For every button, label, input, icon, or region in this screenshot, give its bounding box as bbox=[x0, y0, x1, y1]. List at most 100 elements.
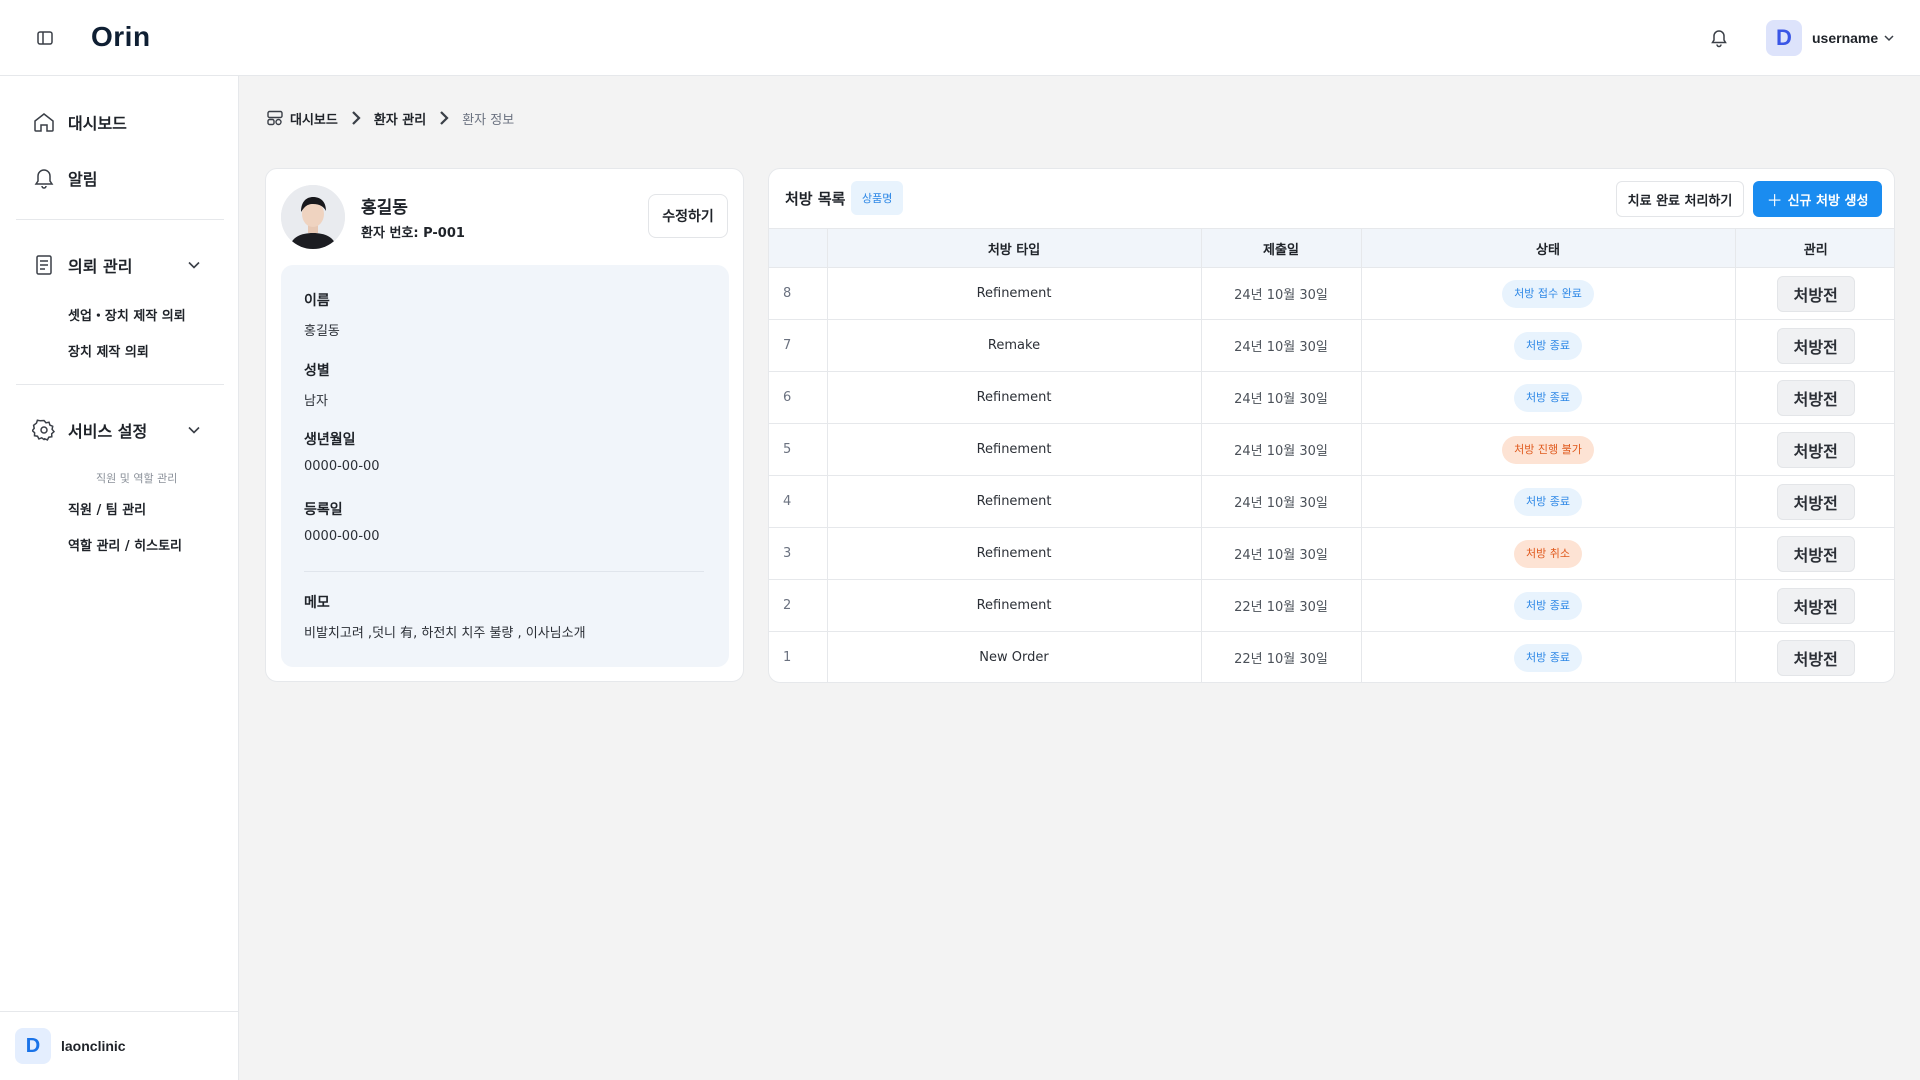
cell-manage: 처방전 bbox=[1734, 371, 1894, 424]
sidebar: 대시보드 알림 의뢰 관리 셋업・장치 제작 의뢰 장치 제작 의뢰 서비스 설… bbox=[0, 76, 239, 1080]
clinic-account[interactable]: D laonclinic bbox=[15, 1028, 126, 1064]
prescription-button[interactable]: 처방전 bbox=[1776, 379, 1855, 416]
home-icon bbox=[34, 113, 54, 132]
cell-date: 22년 10월 30일 bbox=[1200, 631, 1361, 682]
patient-photo bbox=[281, 185, 345, 249]
new-prescription-button[interactable]: ＋ 신규 처방 생성 bbox=[1753, 181, 1882, 217]
chevron-down-icon[interactable] bbox=[185, 256, 203, 274]
sidebar-item-alerts[interactable]: 알림 bbox=[32, 163, 97, 193]
prescription-button[interactable]: 처방전 bbox=[1776, 327, 1855, 364]
sidebar-item-label: 알림 bbox=[68, 170, 98, 189]
table-row[interactable]: 2 Refinement 22년 10월 30일 처방 종료 처방전 bbox=[769, 579, 1894, 632]
cell-status: 처방 종료 bbox=[1360, 579, 1735, 632]
cell-type: Refinement bbox=[826, 475, 1201, 528]
cell-number: 5 bbox=[769, 423, 827, 476]
field-label-name: 이름 bbox=[304, 293, 330, 309]
prescription-button[interactable]: 처방전 bbox=[1776, 483, 1855, 520]
divider bbox=[0, 1011, 239, 1012]
sidebar-item-service-settings[interactable]: 서비스 설정 bbox=[32, 415, 147, 445]
column-header: 관리 bbox=[1734, 228, 1894, 268]
cell-date: 24년 10월 30일 bbox=[1200, 319, 1361, 372]
column-header: 상태 bbox=[1360, 228, 1735, 268]
status-badge: 처방 접수 완료 bbox=[1502, 279, 1594, 308]
sidebar-subitem-staff-team[interactable]: 직원 / 팀 관리 bbox=[68, 499, 146, 518]
field-label-gender: 성별 bbox=[304, 363, 330, 379]
bell-icon bbox=[34, 169, 54, 189]
logo[interactable]: Orin bbox=[91, 21, 151, 53]
cell-number: 2 bbox=[769, 579, 827, 632]
field-value-name: 홍길동 bbox=[304, 324, 340, 339]
clinic-name: laonclinic bbox=[61, 1038, 126, 1054]
table-row[interactable]: 5 Refinement 24년 10월 30일 처방 진행 불가 처방전 bbox=[769, 423, 1894, 476]
complete-treatment-button[interactable]: 치료 완료 처리하기 bbox=[1616, 181, 1744, 217]
dashboard-icon bbox=[267, 110, 283, 126]
plus-icon: ＋ bbox=[1766, 191, 1783, 210]
prescription-card: 처방 목록 상품명 치료 완료 처리하기 ＋ 신규 처방 생성 처방 타입 제출… bbox=[768, 168, 1895, 683]
cell-type: New Order bbox=[826, 631, 1201, 682]
cell-type: Refinement bbox=[826, 579, 1201, 632]
sidebar-subitem-device-order[interactable]: 장치 제작 의뢰 bbox=[68, 341, 149, 360]
prescription-button[interactable]: 처방전 bbox=[1776, 587, 1855, 624]
status-badge: 처방 종료 bbox=[1514, 487, 1582, 516]
table-row[interactable]: 7 Remake 24년 10월 30일 처방 종료 처방전 bbox=[769, 319, 1894, 372]
cell-number: 6 bbox=[769, 371, 827, 424]
field-label-registered: 등록일 bbox=[304, 502, 343, 518]
bell-icon[interactable] bbox=[1709, 28, 1729, 48]
breadcrumb-link[interactable]: 환자 관리 bbox=[374, 109, 426, 128]
cell-number: 4 bbox=[769, 475, 827, 528]
cell-manage: 처방전 bbox=[1734, 319, 1894, 372]
sidebar-item-label: 대시보드 bbox=[68, 114, 127, 133]
sidebar-item-orders[interactable]: 의뢰 관리 bbox=[32, 250, 132, 280]
table-row[interactable]: 6 Refinement 24년 10월 30일 처방 종료 처방전 bbox=[769, 371, 1894, 424]
avatar: D bbox=[15, 1028, 51, 1064]
breadcrumb: 대시보드 환자 관리 환자 정보 bbox=[266, 107, 514, 129]
sidebar-item-dashboard[interactable]: 대시보드 bbox=[32, 107, 127, 137]
table-header-row: 처방 타입 제출일 상태 관리 bbox=[769, 228, 1894, 268]
cell-type: Refinement bbox=[826, 267, 1201, 320]
cell-type: Refinement bbox=[826, 527, 1201, 580]
cell-manage: 처방전 bbox=[1734, 579, 1894, 632]
new-prescription-label: 신규 처방 생성 bbox=[1787, 193, 1869, 209]
cell-date: 24년 10월 30일 bbox=[1200, 267, 1361, 320]
username: username bbox=[1812, 30, 1879, 46]
patient-name: 홍길동 bbox=[361, 198, 408, 218]
cell-number: 1 bbox=[769, 631, 827, 682]
top-header: Orin D username bbox=[0, 0, 1920, 76]
patient-card: 홍길동 환자 번호: P-001 수정하기 이름 홍길동 성별 남자 생년월일 … bbox=[265, 168, 744, 682]
patient-avatar-image bbox=[281, 185, 345, 249]
sidebar-caption: 직원 및 역할 관리 bbox=[96, 472, 178, 485]
cell-status: 처방 종료 bbox=[1360, 371, 1735, 424]
cell-status: 처방 진행 불가 bbox=[1360, 423, 1735, 476]
table-row[interactable]: 8 Refinement 24년 10월 30일 처방 접수 완료 처방전 bbox=[769, 267, 1894, 320]
breadcrumb-link[interactable]: 대시보드 bbox=[290, 109, 338, 128]
cell-manage: 처방전 bbox=[1734, 423, 1894, 476]
product-tag[interactable]: 상품명 bbox=[851, 181, 904, 215]
sidebar-toggle-icon[interactable] bbox=[36, 29, 54, 47]
cell-number: 7 bbox=[769, 319, 827, 372]
edit-button[interactable]: 수정하기 bbox=[648, 194, 728, 238]
table-row[interactable]: 3 Refinement 24년 10월 30일 처방 취소 처방전 bbox=[769, 527, 1894, 580]
sidebar-item-label: 서비스 설정 bbox=[68, 422, 148, 441]
table-row[interactable]: 4 Refinement 24년 10월 30일 처방 종료 처방전 bbox=[769, 475, 1894, 528]
chevron-right-icon bbox=[352, 111, 361, 125]
cell-date: 24년 10월 30일 bbox=[1200, 423, 1361, 476]
divider bbox=[16, 384, 224, 385]
cell-status: 처방 접수 완료 bbox=[1360, 267, 1735, 320]
table-row[interactable]: 1 New Order 22년 10월 30일 처방 종료 처방전 bbox=[769, 631, 1894, 682]
prescription-button[interactable]: 처방전 bbox=[1776, 535, 1855, 572]
status-badge: 처방 종료 bbox=[1514, 331, 1582, 360]
prescription-button[interactable]: 처방전 bbox=[1776, 639, 1855, 676]
prescription-button[interactable]: 처방전 bbox=[1776, 275, 1855, 312]
prescription-button[interactable]: 처방전 bbox=[1776, 431, 1855, 468]
field-value-memo: 비발치고려 ,덧니 有, 하전치 치주 불량 , 이사님소개 bbox=[304, 626, 586, 641]
chevron-down-icon[interactable] bbox=[185, 421, 203, 439]
sidebar-subitem-role-history[interactable]: 역할 관리 / 히스토리 bbox=[68, 535, 182, 554]
cell-manage: 처방전 bbox=[1734, 475, 1894, 528]
user-menu[interactable]: D username bbox=[1766, 20, 1896, 56]
cell-date: 24년 10월 30일 bbox=[1200, 475, 1361, 528]
status-badge: 처방 취소 bbox=[1514, 539, 1582, 568]
divider bbox=[304, 571, 704, 572]
sidebar-subitem-setup-order[interactable]: 셋업・장치 제작 의뢰 bbox=[68, 305, 186, 324]
status-badge: 처방 종료 bbox=[1514, 643, 1582, 672]
sidebar-item-label: 의뢰 관리 bbox=[68, 257, 133, 276]
